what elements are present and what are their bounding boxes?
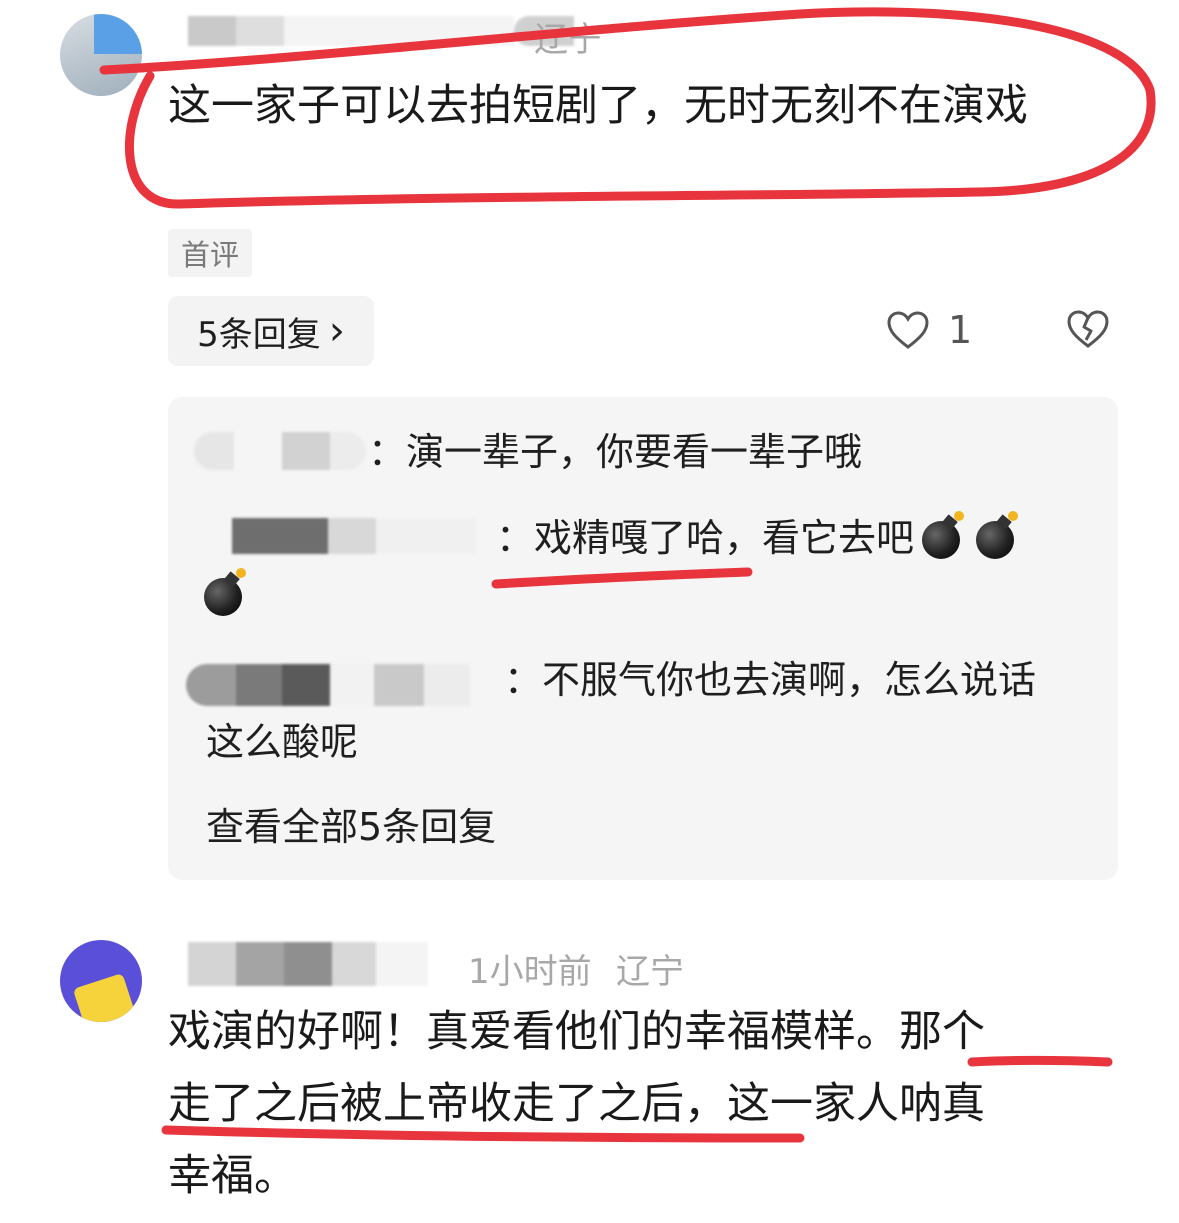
bomb-icon	[976, 511, 1022, 559]
comment-body-line: 戏演的好啊！真爱看他们的幸福模样。那个	[168, 1007, 985, 1057]
bomb-icon	[204, 568, 250, 616]
reply-text: ：戏精嘎了哈，看它去吧	[496, 510, 1022, 566]
reply-username-blurred[interactable]	[186, 664, 470, 706]
chevron-right-icon: ›	[328, 308, 345, 354]
user-avatar[interactable]	[60, 14, 142, 96]
comment-time: 1小时前	[468, 952, 592, 992]
reply-username-blurred[interactable]	[194, 432, 366, 470]
user-avatar[interactable]	[60, 940, 142, 1022]
reply-text: ：演一辈子，你要看一辈子哦	[368, 430, 863, 474]
reply-emoji-row	[204, 568, 250, 616]
username-blurred[interactable]	[188, 16, 574, 46]
reply-text: ：不服气你也去演啊，怎么说话	[504, 658, 1037, 702]
reply-text-content: ：戏精嘎了哈，看它去吧	[496, 516, 915, 560]
comment-location: 辽宁	[616, 952, 684, 992]
first-comment-badge: 首评	[168, 229, 252, 277]
view-replies-button[interactable]: 5条回复 ›	[168, 296, 374, 366]
bomb-icon	[922, 511, 968, 559]
reply-username-blurred[interactable]	[232, 518, 476, 554]
dislike-button[interactable]	[1066, 308, 1110, 354]
comment-body: 这一家子可以去拍短剧了，无时无刻不在演戏	[168, 81, 1028, 131]
like-count: 1	[948, 308, 973, 352]
view-all-replies-link[interactable]: 查看全部5条回复	[206, 796, 496, 851]
username-blurred[interactable]	[188, 942, 428, 986]
broken-heart-icon	[1067, 310, 1109, 348]
heart-icon	[887, 311, 929, 349]
replies-button-label: 5条回复	[197, 314, 321, 355]
reply-text-continued: 这么酸呢	[206, 720, 359, 764]
comment-body-line: 幸福。	[168, 1151, 297, 1201]
comment-body-line: 走了之后被上帝收走了之后，这一家人呐真	[168, 1079, 985, 1129]
comment-location: 辽宁	[534, 20, 602, 60]
like-button[interactable]: 1	[886, 308, 972, 352]
